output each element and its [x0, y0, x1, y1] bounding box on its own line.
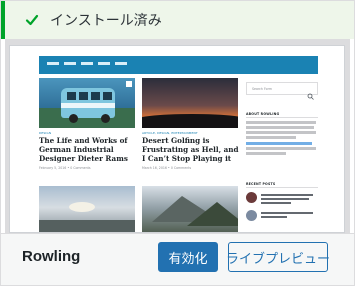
- post-title: Desert Golfing is Frustrating as Hell, a…: [142, 136, 239, 163]
- notice-text: インストール済み: [50, 13, 162, 29]
- search-icon: [307, 85, 314, 104]
- live-preview-button[interactable]: ライブプレビュー: [226, 242, 330, 272]
- sidebar-recent-heading: RECENT POSTS: [246, 182, 276, 186]
- theme-name: Rowling: [22, 248, 81, 265]
- post-image-mountains: [142, 186, 238, 232]
- theme-actions: Rowling 有効化 ライブプレビュー: [1, 233, 354, 285]
- installed-notice: インストール済み: [1, 1, 354, 39]
- post-image-coast: [39, 186, 135, 232]
- post-title: The Life and Works of German Industrial …: [39, 136, 128, 163]
- theme-card: インストール済み DESIGN The Life and Works of Ge…: [0, 0, 355, 286]
- post-image-van: [39, 78, 135, 128]
- preview-search-box: Search Form: [246, 82, 318, 100]
- sidebar-about-heading: ABOUT ROWLING: [246, 112, 280, 116]
- recent-post-item: [246, 210, 313, 221]
- post-category: ARTICLE, DESIGN, ENTERTAINMENT: [142, 131, 198, 135]
- search-placeholder: Search Form: [252, 87, 272, 91]
- post-category: DESIGN: [39, 131, 52, 135]
- theme-preview: DESIGN The Life and Works of German Indu…: [9, 45, 345, 233]
- recent-post-item: [246, 192, 313, 204]
- preview-site-header: [39, 56, 318, 74]
- post-image-sunset: [142, 78, 238, 128]
- activate-button[interactable]: 有効化: [158, 242, 218, 272]
- post-meta: February 5, 2016 • 0 Comments: [39, 166, 91, 170]
- post-meta: March 16, 2016 • 0 Comments: [142, 166, 192, 170]
- theme-screenshot[interactable]: DESIGN The Life and Works of German Indu…: [5, 39, 350, 233]
- checkmark-icon: [25, 13, 39, 27]
